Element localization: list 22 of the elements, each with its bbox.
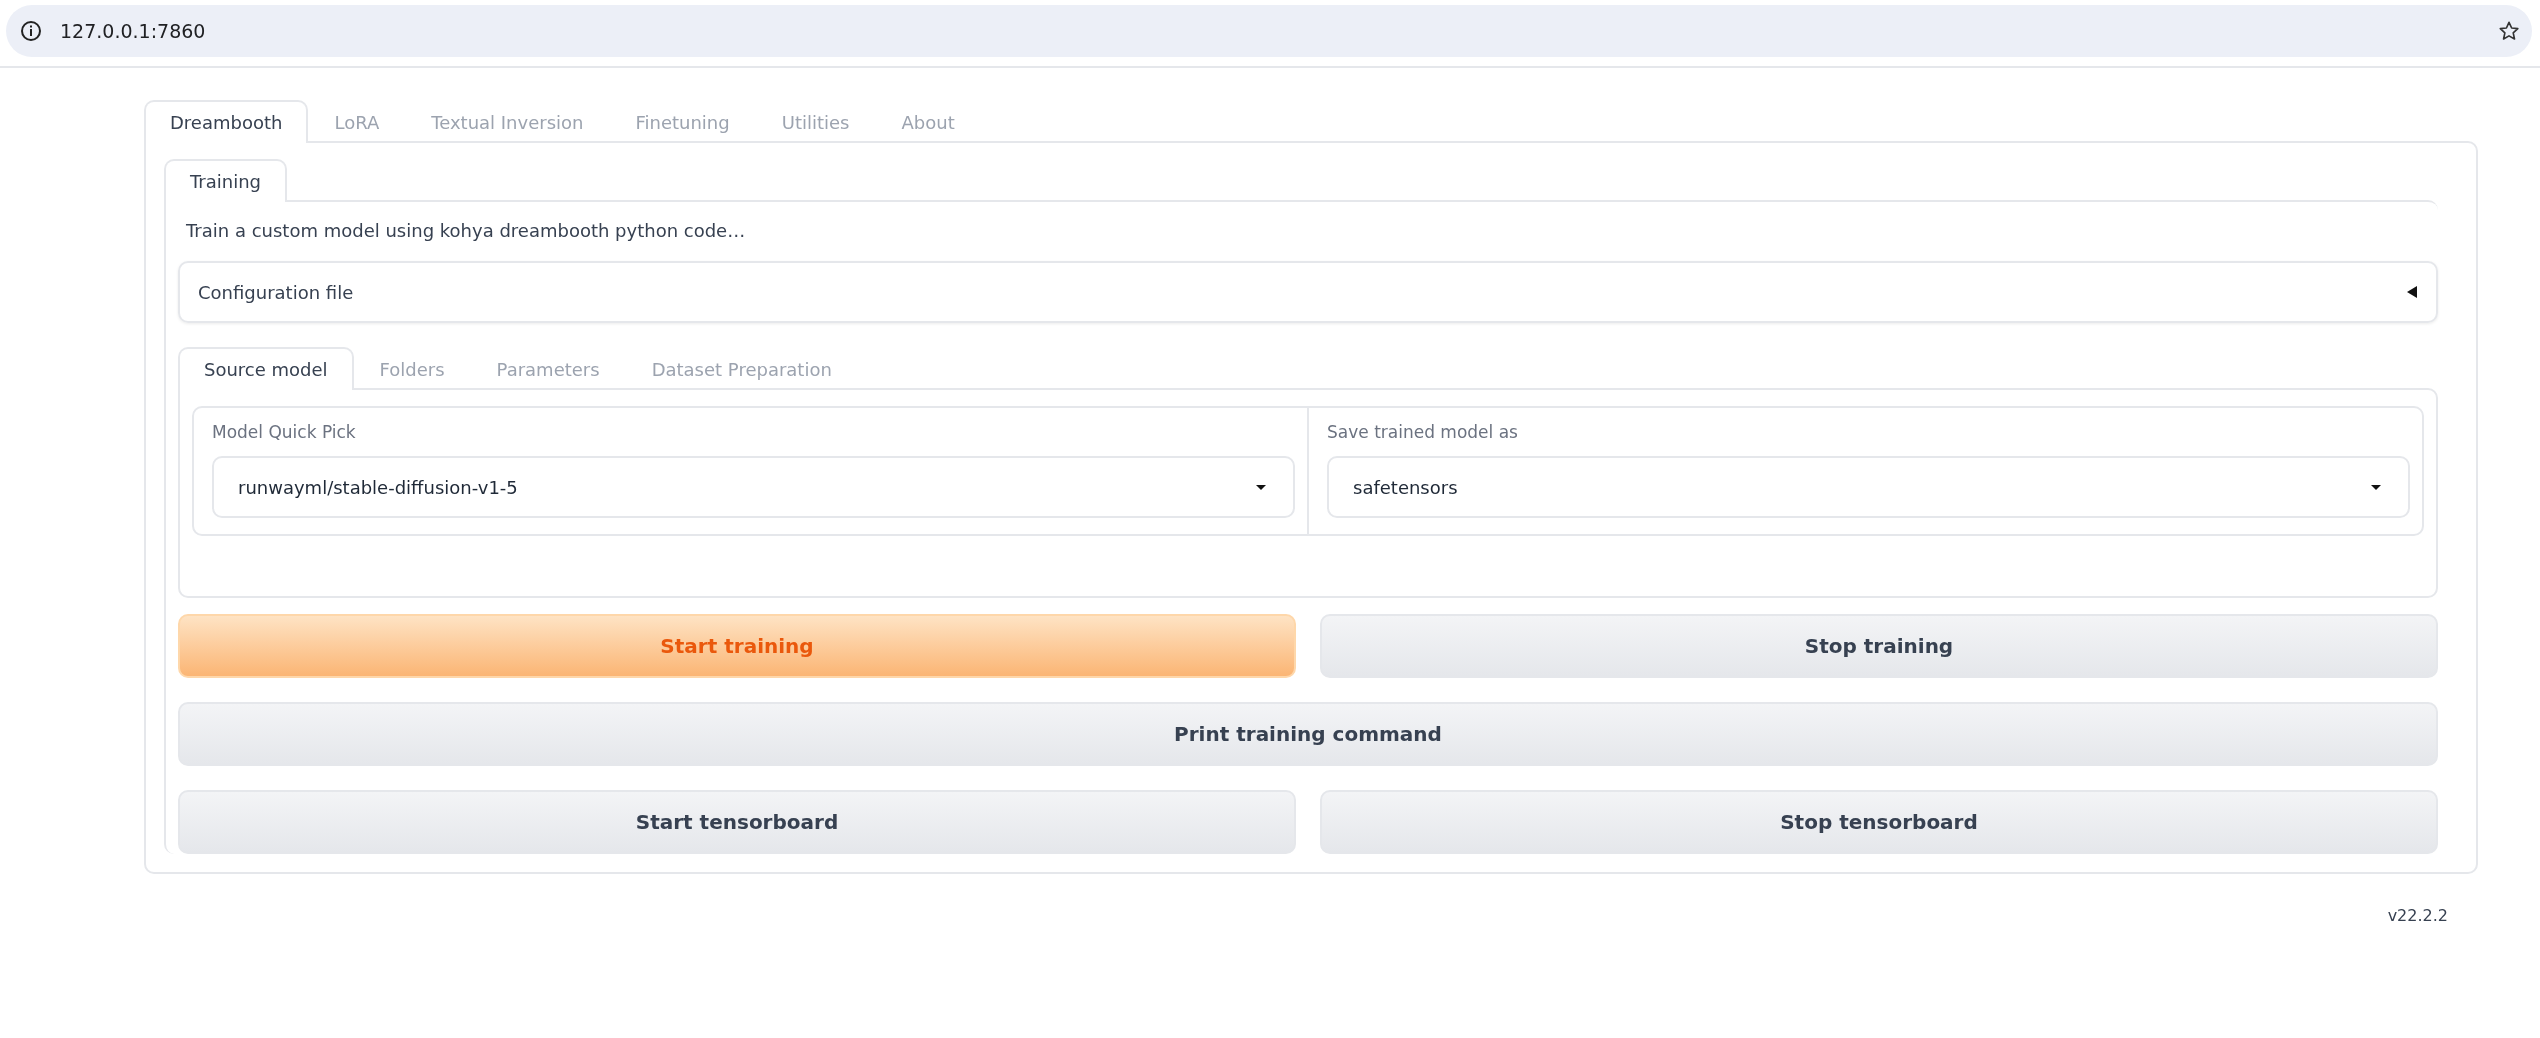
info-icon[interactable] — [20, 20, 42, 42]
url-text: 127.0.0.1:7860 — [60, 20, 207, 42]
address-bar[interactable]: 127.0.0.1:7860 — [6, 5, 2532, 57]
tab[interactable]: Source model — [178, 347, 354, 390]
description-text: Train a custom model using kohya dreambooth python code… — [186, 220, 747, 241]
caret-icon — [2370, 483, 2382, 491]
dropdown-label: Save trained model as — [1327, 422, 1519, 442]
triangle-icon — [2406, 285, 2418, 299]
config-accordion[interactable]: Configuration file — [178, 261, 2438, 323]
tab[interactable]: Dreambooth — [144, 100, 309, 143]
dropdown-label: Model Quick Pick — [212, 422, 357, 442]
caret-icon — [1255, 483, 1267, 491]
accordion-label: Configuration file — [198, 281, 354, 303]
action-button[interactable]: Print training command — [178, 702, 2438, 766]
dropdown[interactable]: runwayml/stable-diffusion-v1-5 — [212, 456, 1295, 518]
tab[interactable]: Training — [164, 159, 288, 202]
action-button[interactable]: Stop training — [1320, 614, 2438, 678]
action-button[interactable]: Start tensorboard — [178, 790, 1296, 854]
version-text: v22.2.2 — [2387, 906, 2448, 925]
action-button[interactable]: Stop tensorboard — [1320, 790, 2438, 854]
bookmark-star-icon[interactable] — [2498, 20, 2520, 42]
dropdown[interactable]: safetensors — [1327, 456, 2410, 518]
